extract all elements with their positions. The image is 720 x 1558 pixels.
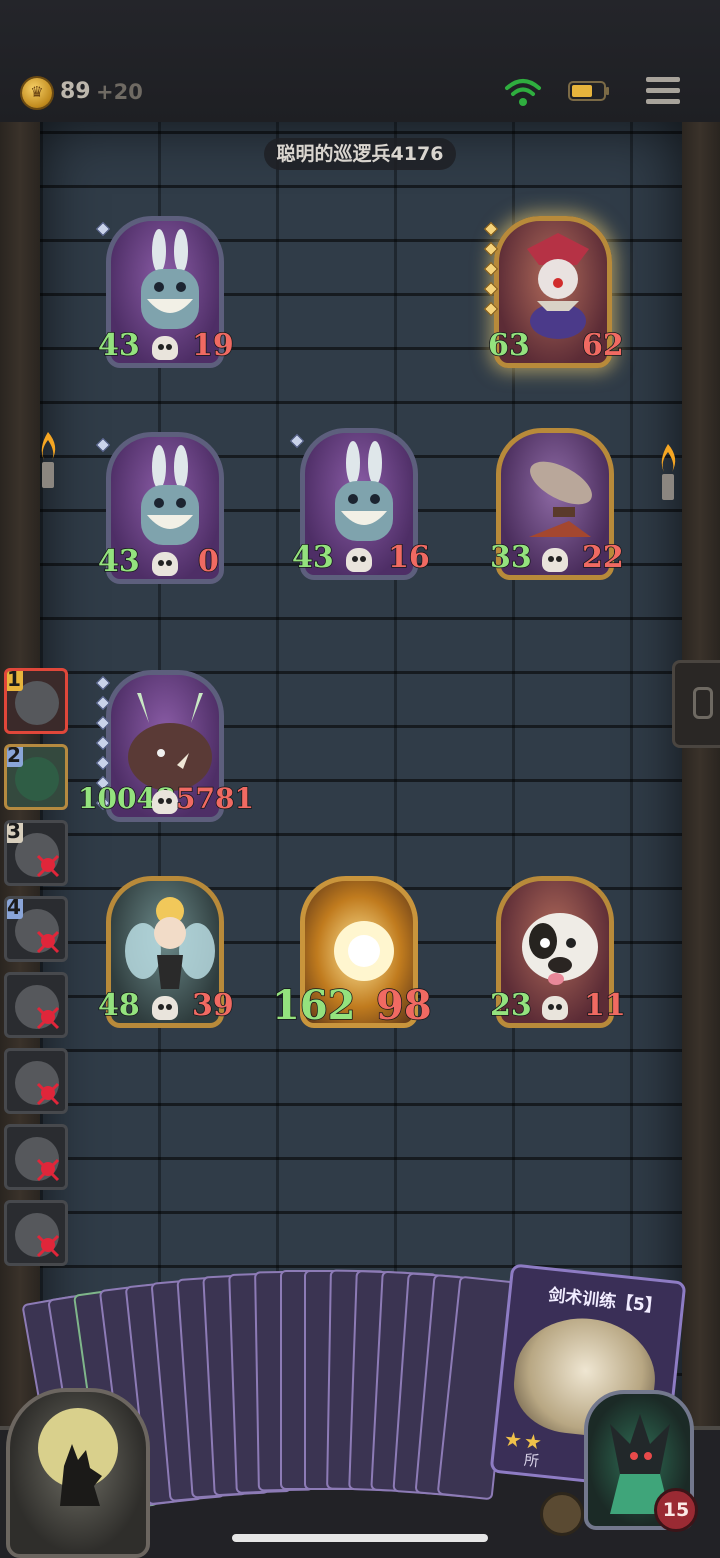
card-attack: 63 — [487, 327, 530, 364]
boar-beast-art — [128, 693, 212, 791]
card-attack: 48 — [97, 987, 140, 1024]
card-health: 62 — [581, 327, 624, 364]
coin-icon: ♛ — [22, 78, 52, 108]
enemy-card[interactable]: 43 19 — [95, 216, 234, 368]
player-card[interactable]: 10048 5781 — [77, 670, 255, 822]
torch-icon — [41, 432, 56, 488]
enemy-card[interactable]: 33 22 — [489, 428, 624, 580]
menu-icon[interactable] — [644, 74, 682, 108]
card-health: 98 — [375, 981, 432, 1030]
card-attack: 33 — [489, 539, 532, 576]
queue-number: 1 — [7, 671, 23, 691]
airship-art — [529, 461, 592, 537]
torch-icon — [661, 444, 676, 500]
skull-icon — [346, 548, 372, 572]
card-gems — [483, 221, 499, 324]
card-health: 39 — [191, 987, 234, 1024]
card-gems — [95, 221, 111, 244]
featured-card-title: 剑术训练【5】 — [547, 1285, 663, 1318]
card-health: 11 — [583, 987, 626, 1024]
door-handle[interactable] — [672, 660, 720, 748]
bunny-monster-art — [141, 229, 199, 329]
player-card[interactable]: 23 11 — [489, 876, 626, 1028]
card-attack: 162 — [271, 981, 356, 1030]
queue-slot[interactable] — [4, 1048, 68, 1114]
skull-icon — [152, 790, 178, 814]
bunny-monster-art — [141, 445, 199, 545]
card-health: 19 — [191, 327, 234, 364]
right-wall — [680, 122, 720, 1430]
queue-slot[interactable]: 3 — [4, 820, 68, 886]
queue-slot[interactable]: 2 — [4, 744, 68, 810]
card-attack: 43 — [97, 327, 140, 364]
card-attack: 43 — [97, 543, 140, 580]
coin-bonus: +20 — [96, 80, 143, 104]
queue-slot[interactable]: 1 — [4, 668, 68, 734]
hero-health: 15 — [654, 1488, 698, 1532]
queue-number: 2 — [7, 747, 23, 767]
enemy-name: 聪明的巡逻兵4176 — [264, 138, 456, 170]
skull-icon — [152, 552, 178, 576]
card-health: 0 — [193, 543, 224, 580]
card-attack: 23 — [489, 987, 532, 1024]
skull-icon — [152, 336, 178, 360]
enemy-card[interactable]: 63 62 — [483, 216, 624, 368]
player-card[interactable]: 162 98 — [271, 876, 432, 1030]
cow-dog-art — [522, 913, 598, 985]
coin-amount: 89 — [60, 79, 91, 104]
bunny-monster-art — [335, 441, 393, 541]
card-gems — [289, 433, 305, 456]
dead-skull-icon — [36, 930, 60, 954]
ability-icon[interactable] — [540, 1492, 584, 1536]
enemy-card[interactable]: 43 0 — [95, 432, 224, 584]
deck-button[interactable] — [6, 1388, 150, 1558]
skull-icon — [542, 548, 568, 572]
card-gems — [95, 437, 111, 460]
queue-number: 4 — [7, 899, 23, 919]
battery-icon — [568, 81, 609, 101]
wifi-icon — [505, 79, 541, 106]
card-health: 16 — [387, 539, 430, 576]
card-description: 所 — [523, 1450, 540, 1471]
enemy-card[interactable]: 43 16 — [289, 428, 430, 580]
skull-icon — [152, 996, 178, 1020]
skull-icon — [542, 996, 568, 1020]
dead-skull-icon — [36, 1158, 60, 1182]
home-indicator[interactable] — [232, 1534, 488, 1542]
top-bar: ♛ 89 +20 — [0, 0, 720, 125]
card-health: 22 — [581, 539, 624, 576]
card-health: 5781 — [175, 781, 255, 816]
card-attack: 43 — [291, 539, 334, 576]
dead-skull-icon — [36, 1082, 60, 1106]
queue-slot[interactable]: 4 — [4, 896, 68, 962]
dead-skull-icon — [36, 854, 60, 878]
player-card[interactable]: 48 39 — [97, 876, 234, 1028]
queue-slot[interactable] — [4, 1124, 68, 1190]
dead-skull-icon — [36, 1006, 60, 1030]
fairy-art — [125, 897, 215, 989]
wolf-icon — [60, 1444, 102, 1506]
queue-slot[interactable] — [4, 972, 68, 1038]
queue-number: 3 — [7, 823, 23, 843]
clown-art — [527, 233, 589, 339]
